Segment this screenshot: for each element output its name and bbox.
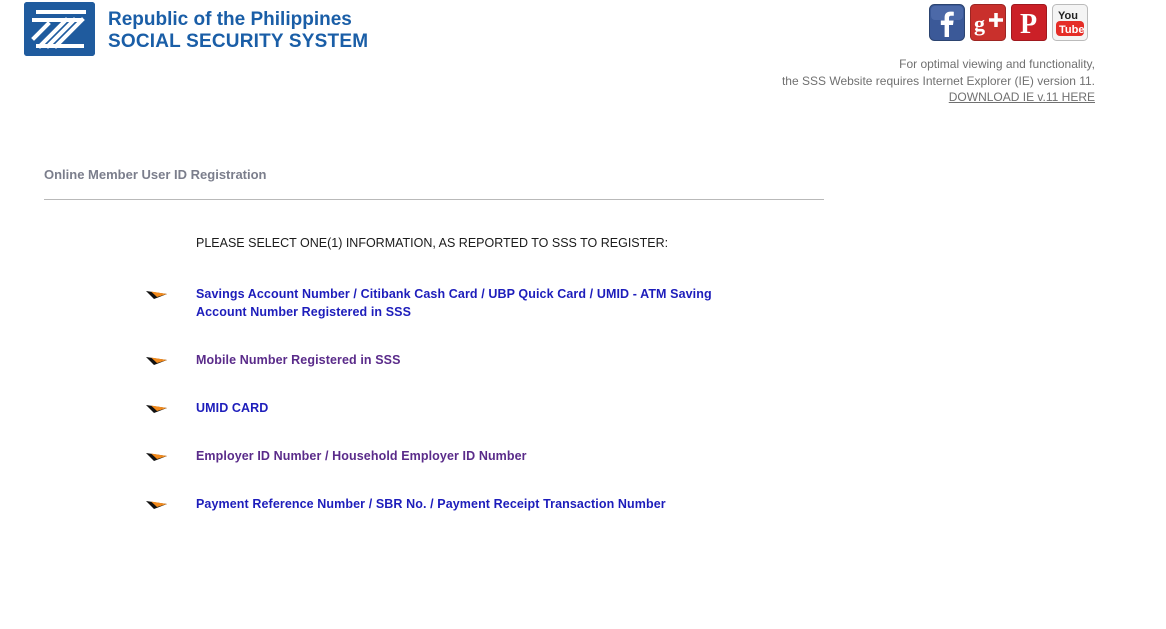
orange-arrow-icon [146,453,167,461]
option-payment-reference: Payment Reference Number / SBR No. / Pay… [146,495,756,513]
instruction-text: PLEASE SELECT ONE(1) INFORMATION, AS REP… [196,236,669,250]
option-umid-card: UMID CARD [146,399,756,417]
umid-card-link[interactable]: UMID CARD [196,399,756,417]
page-title: Online Member User ID Registration [44,167,267,182]
pinterest-icon[interactable]: P [1011,4,1047,41]
divider [44,199,824,200]
org-name-line1: Republic of the Philippines [108,9,352,30]
option-employer-id: Employer ID Number / Household Employer … [146,447,756,465]
svg-text:P: P [1020,9,1037,40]
option-savings-account: Savings Account Number / Citibank Cash C… [146,285,741,321]
option-mobile-number: Mobile Number Registered in SSS [146,351,756,369]
sss-logo-icon[interactable] [24,2,95,56]
payment-reference-link[interactable]: Payment Reference Number / SBR No. / Pay… [196,495,756,513]
facebook-icon[interactable] [929,4,965,41]
svg-text:You: You [1058,10,1078,22]
orange-arrow-icon [146,501,167,509]
svg-text:Tube: Tube [1059,24,1084,36]
ie-notice: For optimal viewing and functionality, t… [782,56,1095,106]
org-name-line2: SOCIAL SECURITY SYSTEM [108,31,369,52]
ie-note-line1: For optimal viewing and functionality, [899,57,1095,71]
svg-text:g: g [974,11,985,36]
orange-arrow-icon [146,405,167,413]
social-links: g P You Tube [929,4,1088,41]
orange-arrow-icon [146,357,167,365]
download-ie-link[interactable]: DOWNLOAD IE v.11 HERE [949,90,1095,104]
savings-account-link[interactable]: Savings Account Number / Citibank Cash C… [196,285,741,321]
youtube-icon[interactable]: You Tube [1052,4,1088,41]
ie-note-line2: the SSS Website requires Internet Explor… [781,73,1095,88]
employer-id-link[interactable]: Employer ID Number / Household Employer … [196,447,756,465]
google-plus-icon[interactable]: g [970,4,1006,41]
mobile-number-link[interactable]: Mobile Number Registered in SSS [196,351,756,369]
org-name: Republic of the Philippines SOCIAL SECUR… [108,9,368,53]
orange-arrow-icon [146,291,167,299]
